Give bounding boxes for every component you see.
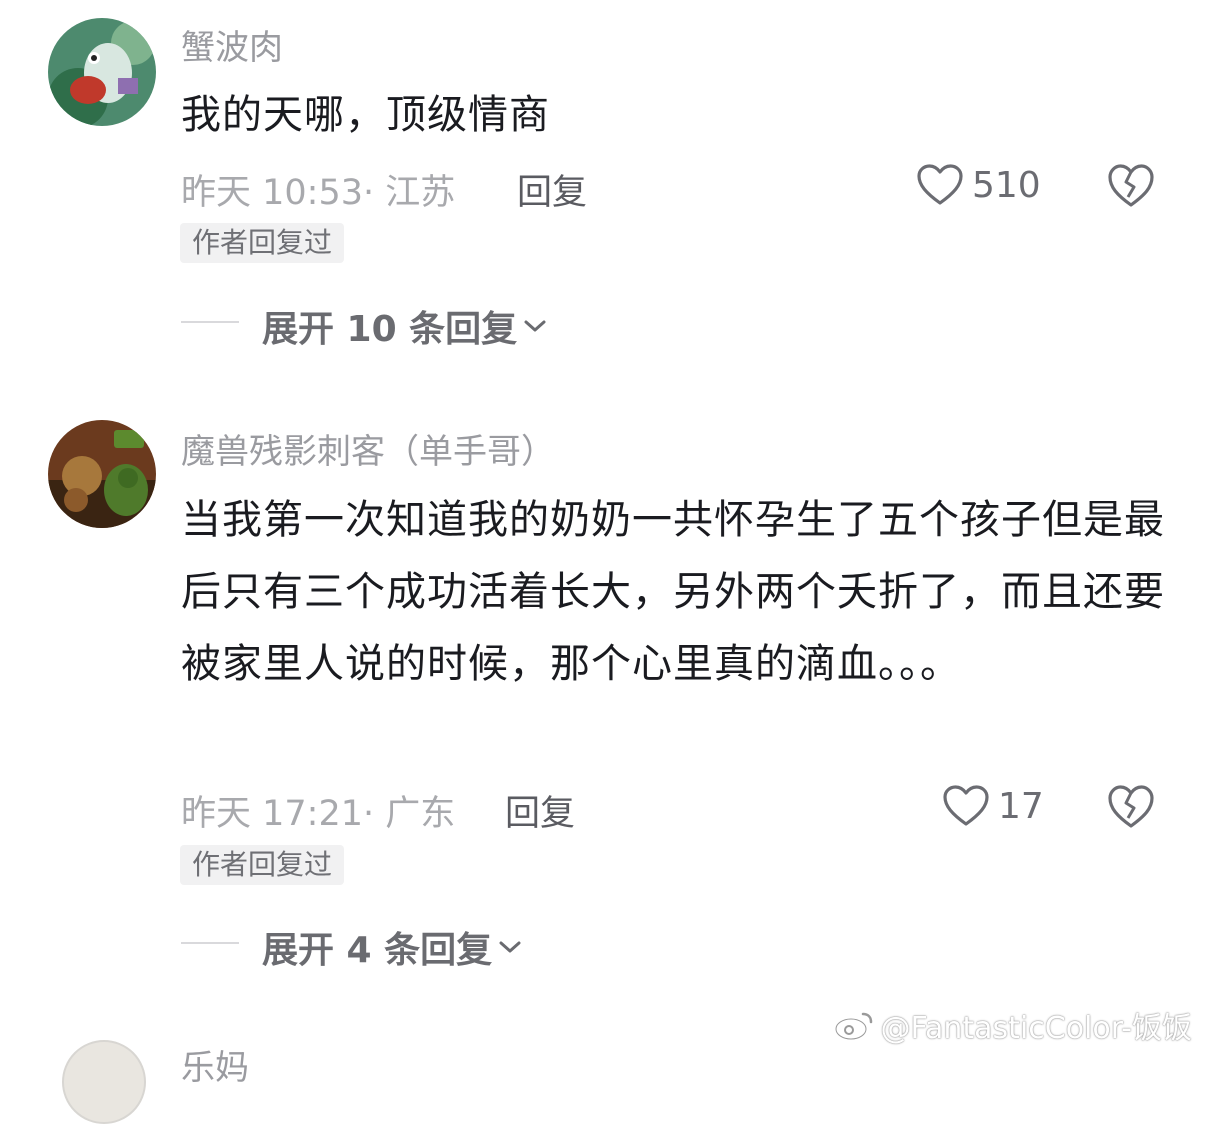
broken-heart-icon[interactable] [1107, 784, 1155, 830]
username[interactable]: 魔兽残影刺客（单手哥） [181, 424, 555, 473]
weibo-icon [834, 1012, 872, 1041]
expand-replies-label: 展开 4 条回复 [262, 930, 493, 971]
comment-text: 当我第一次知道我的奶奶一共怀孕生了五个孩子但是最后只有三个成功活着长大，另外两个… [181, 497, 1165, 687]
like-button[interactable]: 17 [942, 784, 1044, 828]
author-replied-badge: 作者回复过 [180, 845, 345, 885]
watermark-text: @FantasticColor-饭饭 [880, 1011, 1193, 1046]
divider [181, 942, 239, 944]
username[interactable]: 乐妈 [181, 1040, 249, 1089]
expand-replies-button[interactable]: 展开 4 条回复 [262, 921, 522, 973]
watermark: @FantasticColor-饭饭 [833, 1003, 1193, 1047]
chevron-down-icon [499, 941, 521, 953]
heart-icon [943, 785, 989, 826]
comment-item: 魔兽残影刺客（单手哥） 当我第一次知道我的奶奶一共怀孕生了五个孩子但是最后只有三… [0, 0, 1206, 1000]
avatar[interactable] [62, 1040, 146, 1124]
avatar[interactable] [48, 420, 156, 528]
reply-button[interactable]: 回复 [505, 785, 575, 836]
comment-meta: 昨天 17:21· 广东 [181, 794, 456, 834]
like-count: 17 [998, 785, 1044, 827]
